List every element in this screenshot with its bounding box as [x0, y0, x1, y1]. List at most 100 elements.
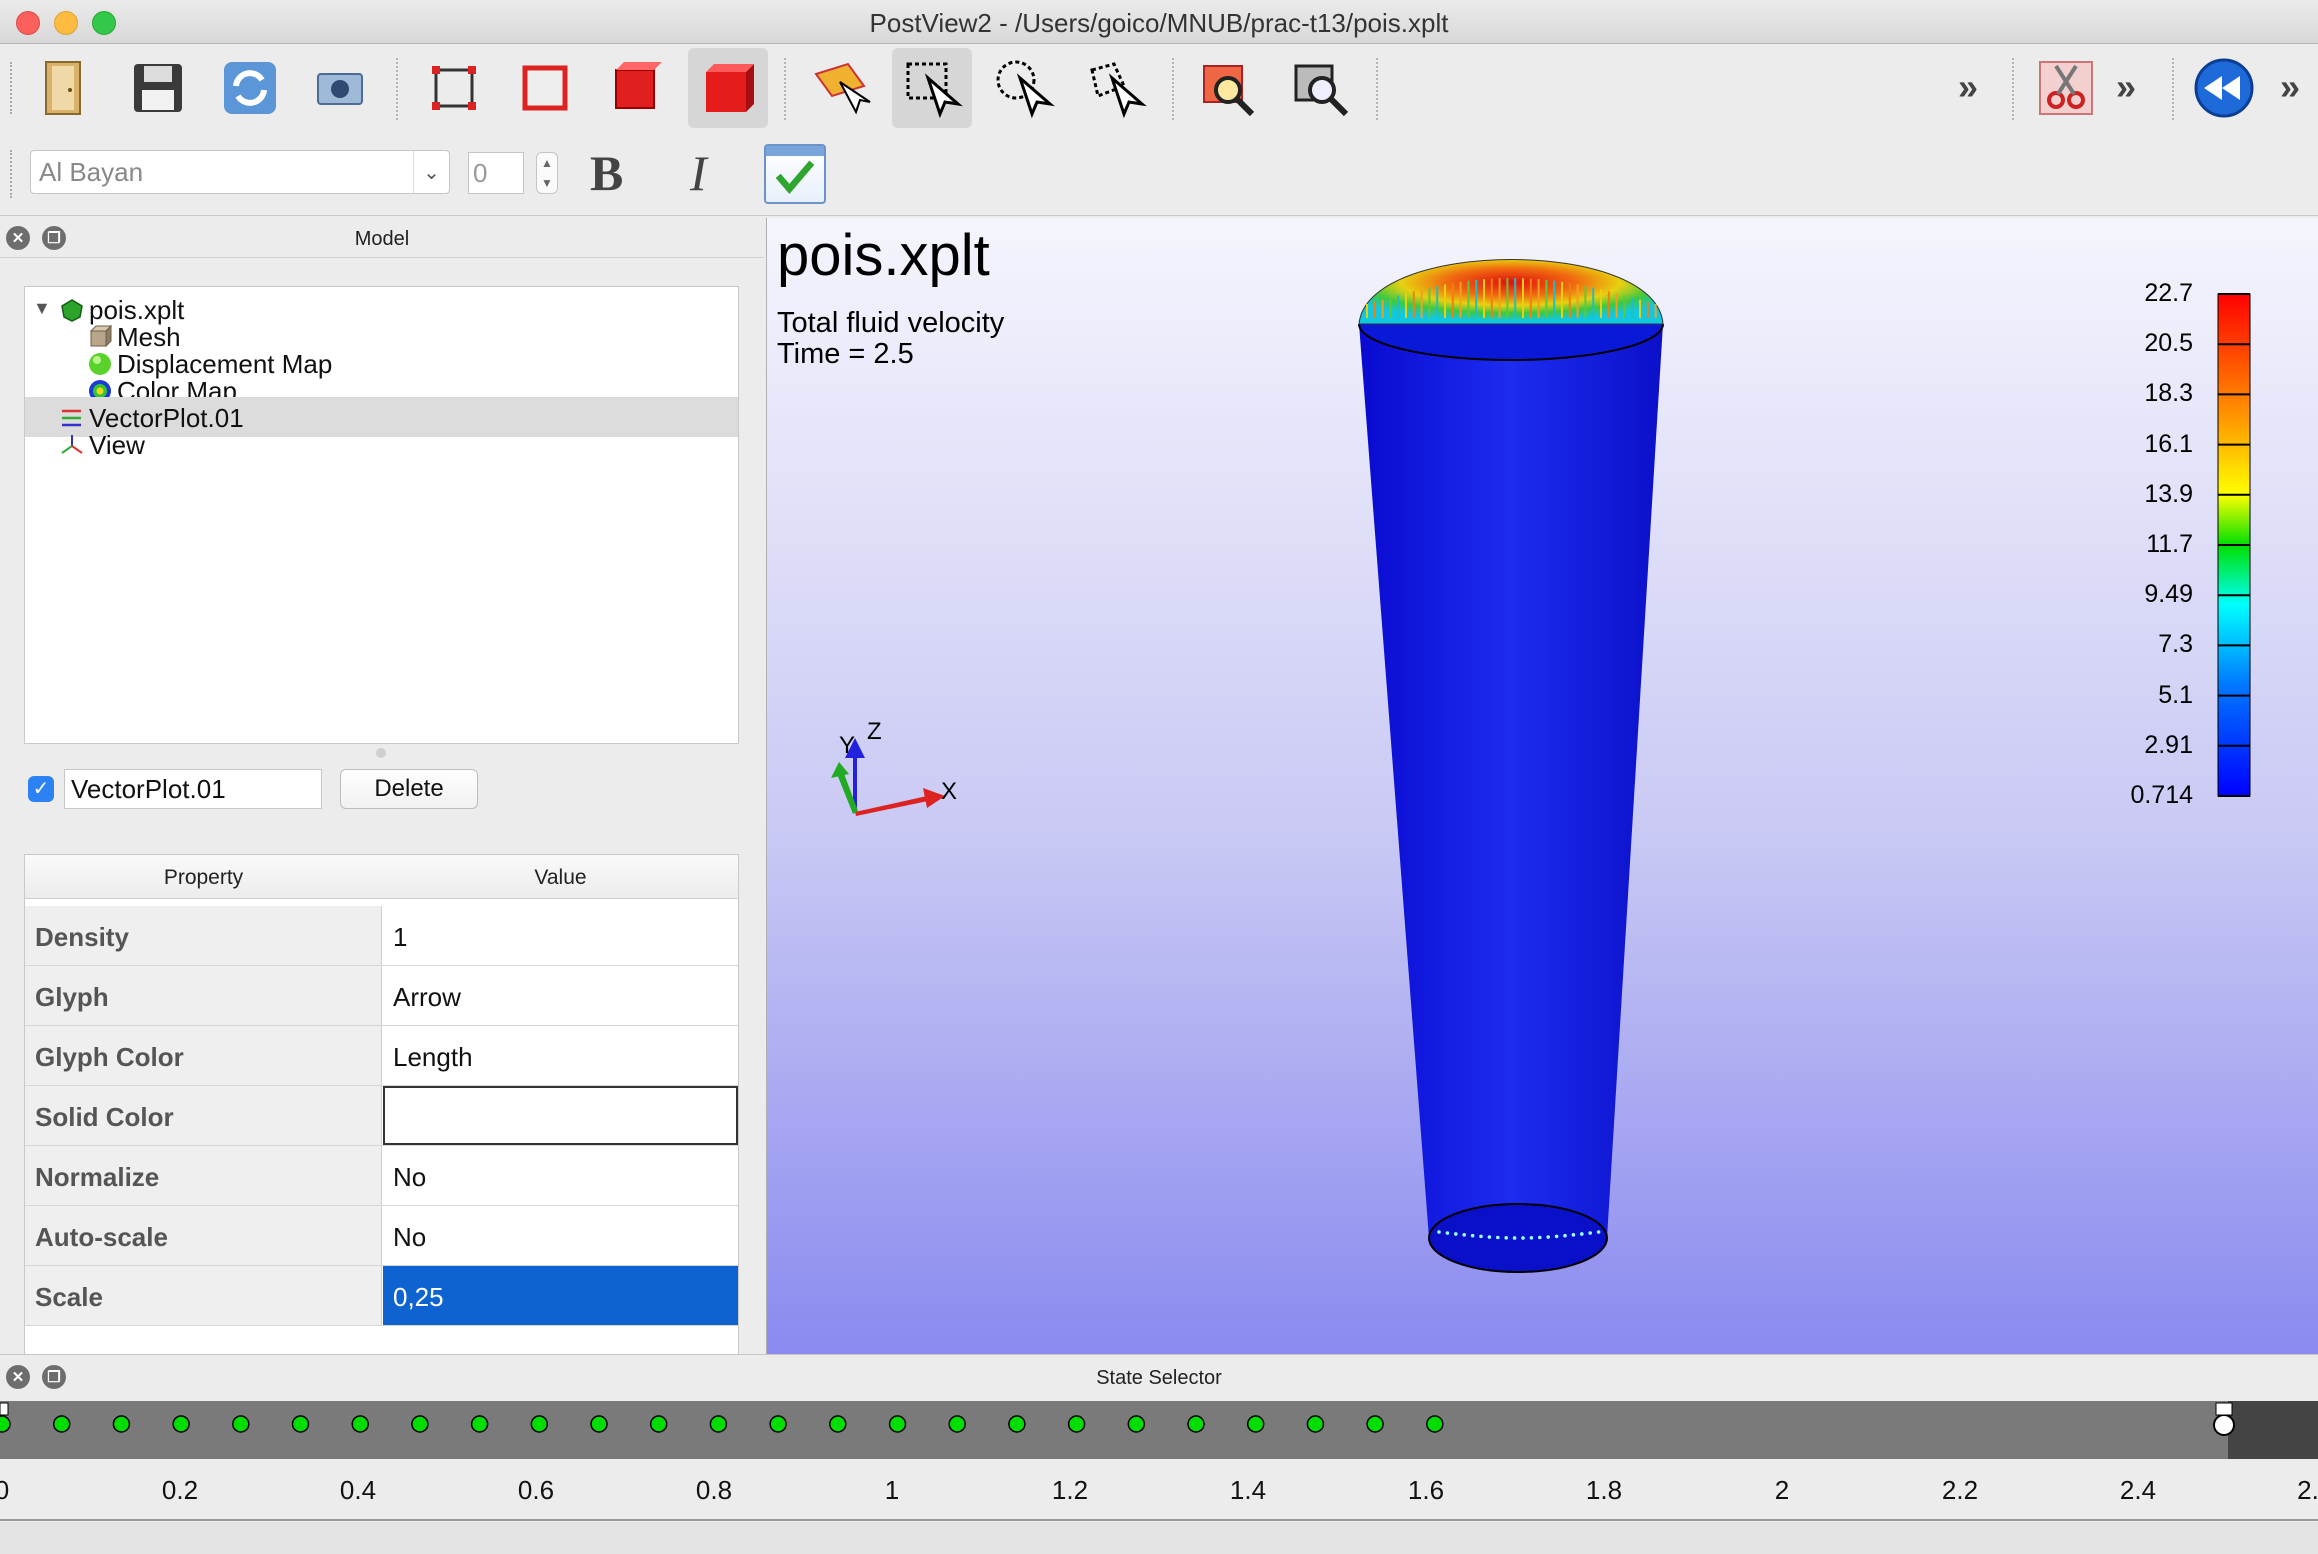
toolbar-overflow-icon[interactable]: »: [2280, 66, 2300, 108]
state-markers[interactable]: [0, 1401, 2318, 1459]
chevron-down-icon[interactable]: ⌄: [413, 151, 449, 193]
cylinder-surface[interactable]: [1359, 324, 1663, 1238]
arrow-glyph: [1512, 1236, 1517, 1240]
apply-button[interactable]: [764, 144, 826, 204]
select-faces-button[interactable]: [596, 48, 676, 128]
state-marker[interactable]: [1426, 1415, 1444, 1433]
zoom-extents-icon: [1294, 64, 1349, 117]
circle-select-button[interactable]: [984, 48, 1064, 128]
toolbar-grip[interactable]: [10, 150, 14, 198]
state-marker[interactable]: [530, 1415, 549, 1433]
toolbar-grip[interactable]: [10, 62, 14, 114]
toolbar-overflow-icon[interactable]: »: [1958, 66, 1978, 108]
splitter-handle[interactable]: [376, 748, 386, 758]
property-value[interactable]: 0,25: [383, 1266, 738, 1325]
property-value[interactable]: 1: [383, 906, 738, 965]
time-tick-label: 1.6: [1407, 1475, 1445, 1505]
italic-button[interactable]: I: [690, 144, 707, 202]
colorbar-label: 9.49: [2144, 580, 2193, 609]
property-row-solid-color[interactable]: Solid Color: [25, 1086, 738, 1146]
property-value[interactable]: No: [383, 1206, 738, 1265]
solid-color-swatch[interactable]: [383, 1086, 738, 1145]
state-marker[interactable]: [829, 1415, 847, 1433]
visible-checkbox[interactable]: ✓: [28, 776, 54, 802]
select-elements-button[interactable]: [688, 48, 768, 128]
cylinder-bottom-cap[interactable]: [1428, 1203, 1608, 1273]
property-row-glyph[interactable]: Glyph Arrow: [25, 966, 738, 1026]
time-slider-handle[interactable]: [2215, 1402, 2233, 1416]
state-marker[interactable]: [52, 1415, 71, 1433]
state-marker[interactable]: [172, 1415, 190, 1433]
property-value[interactable]: Length: [383, 1026, 738, 1085]
font-size-input[interactable]: 0: [468, 152, 524, 194]
font-toolbar: Al Bayan ⌄ 0 ▲ ▼ B I: [0, 132, 2318, 216]
state-marker[interactable]: [709, 1415, 728, 1433]
refresh-button[interactable]: [210, 48, 290, 128]
state-marker[interactable]: [649, 1415, 668, 1433]
arrow-glyph: [1563, 1233, 1567, 1238]
property-row-auto-scale[interactable]: Auto-scale No: [25, 1206, 738, 1266]
snapshot-button[interactable]: [300, 48, 380, 128]
graphics-viewport[interactable]: pois.xplt Total fluid velocity Time = 2.…: [766, 218, 2318, 1354]
state-marker[interactable]: [888, 1415, 907, 1433]
column-header-value[interactable]: Value: [383, 866, 738, 890]
range-start-handle[interactable]: [0, 1402, 9, 1416]
first-state-button[interactable]: [2184, 48, 2264, 128]
property-row-normalize[interactable]: Normalize No: [25, 1146, 738, 1206]
state-marker[interactable]: [112, 1415, 131, 1433]
font-family-select[interactable]: Al Bayan ⌄: [30, 150, 450, 194]
property-value[interactable]: Arrow: [383, 966, 738, 1025]
save-button[interactable]: [118, 48, 198, 128]
state-marker[interactable]: [948, 1415, 966, 1433]
colorbar-label: 18.3: [2144, 379, 2193, 408]
zoom-select-button[interactable]: [1188, 48, 1268, 128]
rewind-icon: [2194, 58, 2254, 118]
floppy-disk-icon: [134, 64, 182, 112]
state-marker[interactable]: [232, 1415, 250, 1433]
state-marker[interactable]: [1246, 1415, 1265, 1433]
tree-item-view[interactable]: View: [25, 424, 738, 464]
select-nodes-button[interactable]: [414, 48, 494, 128]
state-marker[interactable]: [0, 1415, 11, 1433]
state-marker[interactable]: [769, 1415, 787, 1433]
title-bar: PostView2 - /Users/goico/MNUB/prac-t13/p…: [0, 0, 2318, 44]
column-header-property[interactable]: Property: [25, 866, 382, 890]
colorbar-label: 11.7: [2146, 530, 2193, 558]
property-row-scale[interactable]: Scale 0,25: [25, 1266, 738, 1326]
arrow-glyph: [1571, 1233, 1576, 1237]
select-mode-grid-button[interactable]: [800, 48, 880, 128]
state-marker[interactable]: [351, 1415, 369, 1433]
state-track[interactable]: [0, 1401, 2318, 1459]
state-marker[interactable]: [411, 1415, 429, 1433]
object-name-input[interactable]: VectorPlot.01: [64, 769, 322, 809]
state-marker[interactable]: [590, 1415, 608, 1433]
select-edges-button[interactable]: [505, 48, 585, 128]
time-tick-label: 2.2: [1941, 1475, 1979, 1505]
state-marker[interactable]: [1187, 1415, 1205, 1433]
font-size-stepper[interactable]: ▲ ▼: [536, 152, 558, 194]
property-value[interactable]: No: [383, 1146, 738, 1205]
zoom-extents-button[interactable]: [1280, 48, 1360, 128]
state-marker[interactable]: [1366, 1415, 1384, 1433]
cut-button[interactable]: [2026, 48, 2106, 128]
state-marker[interactable]: [291, 1415, 310, 1433]
arrow-glyph: [1546, 1235, 1550, 1239]
state-marker[interactable]: [1127, 1415, 1146, 1433]
arrow-glyph: [1521, 1236, 1525, 1240]
property-row-density[interactable]: Density 1: [25, 906, 738, 966]
property-row-glyph-color[interactable]: Glyph Color Length: [25, 1026, 738, 1086]
delete-button[interactable]: Delete: [340, 769, 478, 809]
state-marker[interactable]: [1008, 1415, 1026, 1433]
time-tick-label: 0.2: [161, 1475, 199, 1505]
model-render[interactable]: [767, 218, 2318, 1354]
current-state-marker[interactable]: [2213, 1414, 2235, 1436]
state-marker[interactable]: [470, 1415, 489, 1433]
open-file-button[interactable]: [24, 48, 104, 128]
state-marker[interactable]: [1067, 1415, 1086, 1433]
freehand-select-button[interactable]: [1076, 48, 1156, 128]
bold-button[interactable]: B: [590, 144, 623, 202]
state-marker[interactable]: [1306, 1415, 1325, 1433]
colorbar-label: 7.3: [2158, 630, 2193, 659]
toolbar-overflow-icon[interactable]: »: [2116, 66, 2136, 108]
rect-select-button[interactable]: [892, 48, 972, 128]
